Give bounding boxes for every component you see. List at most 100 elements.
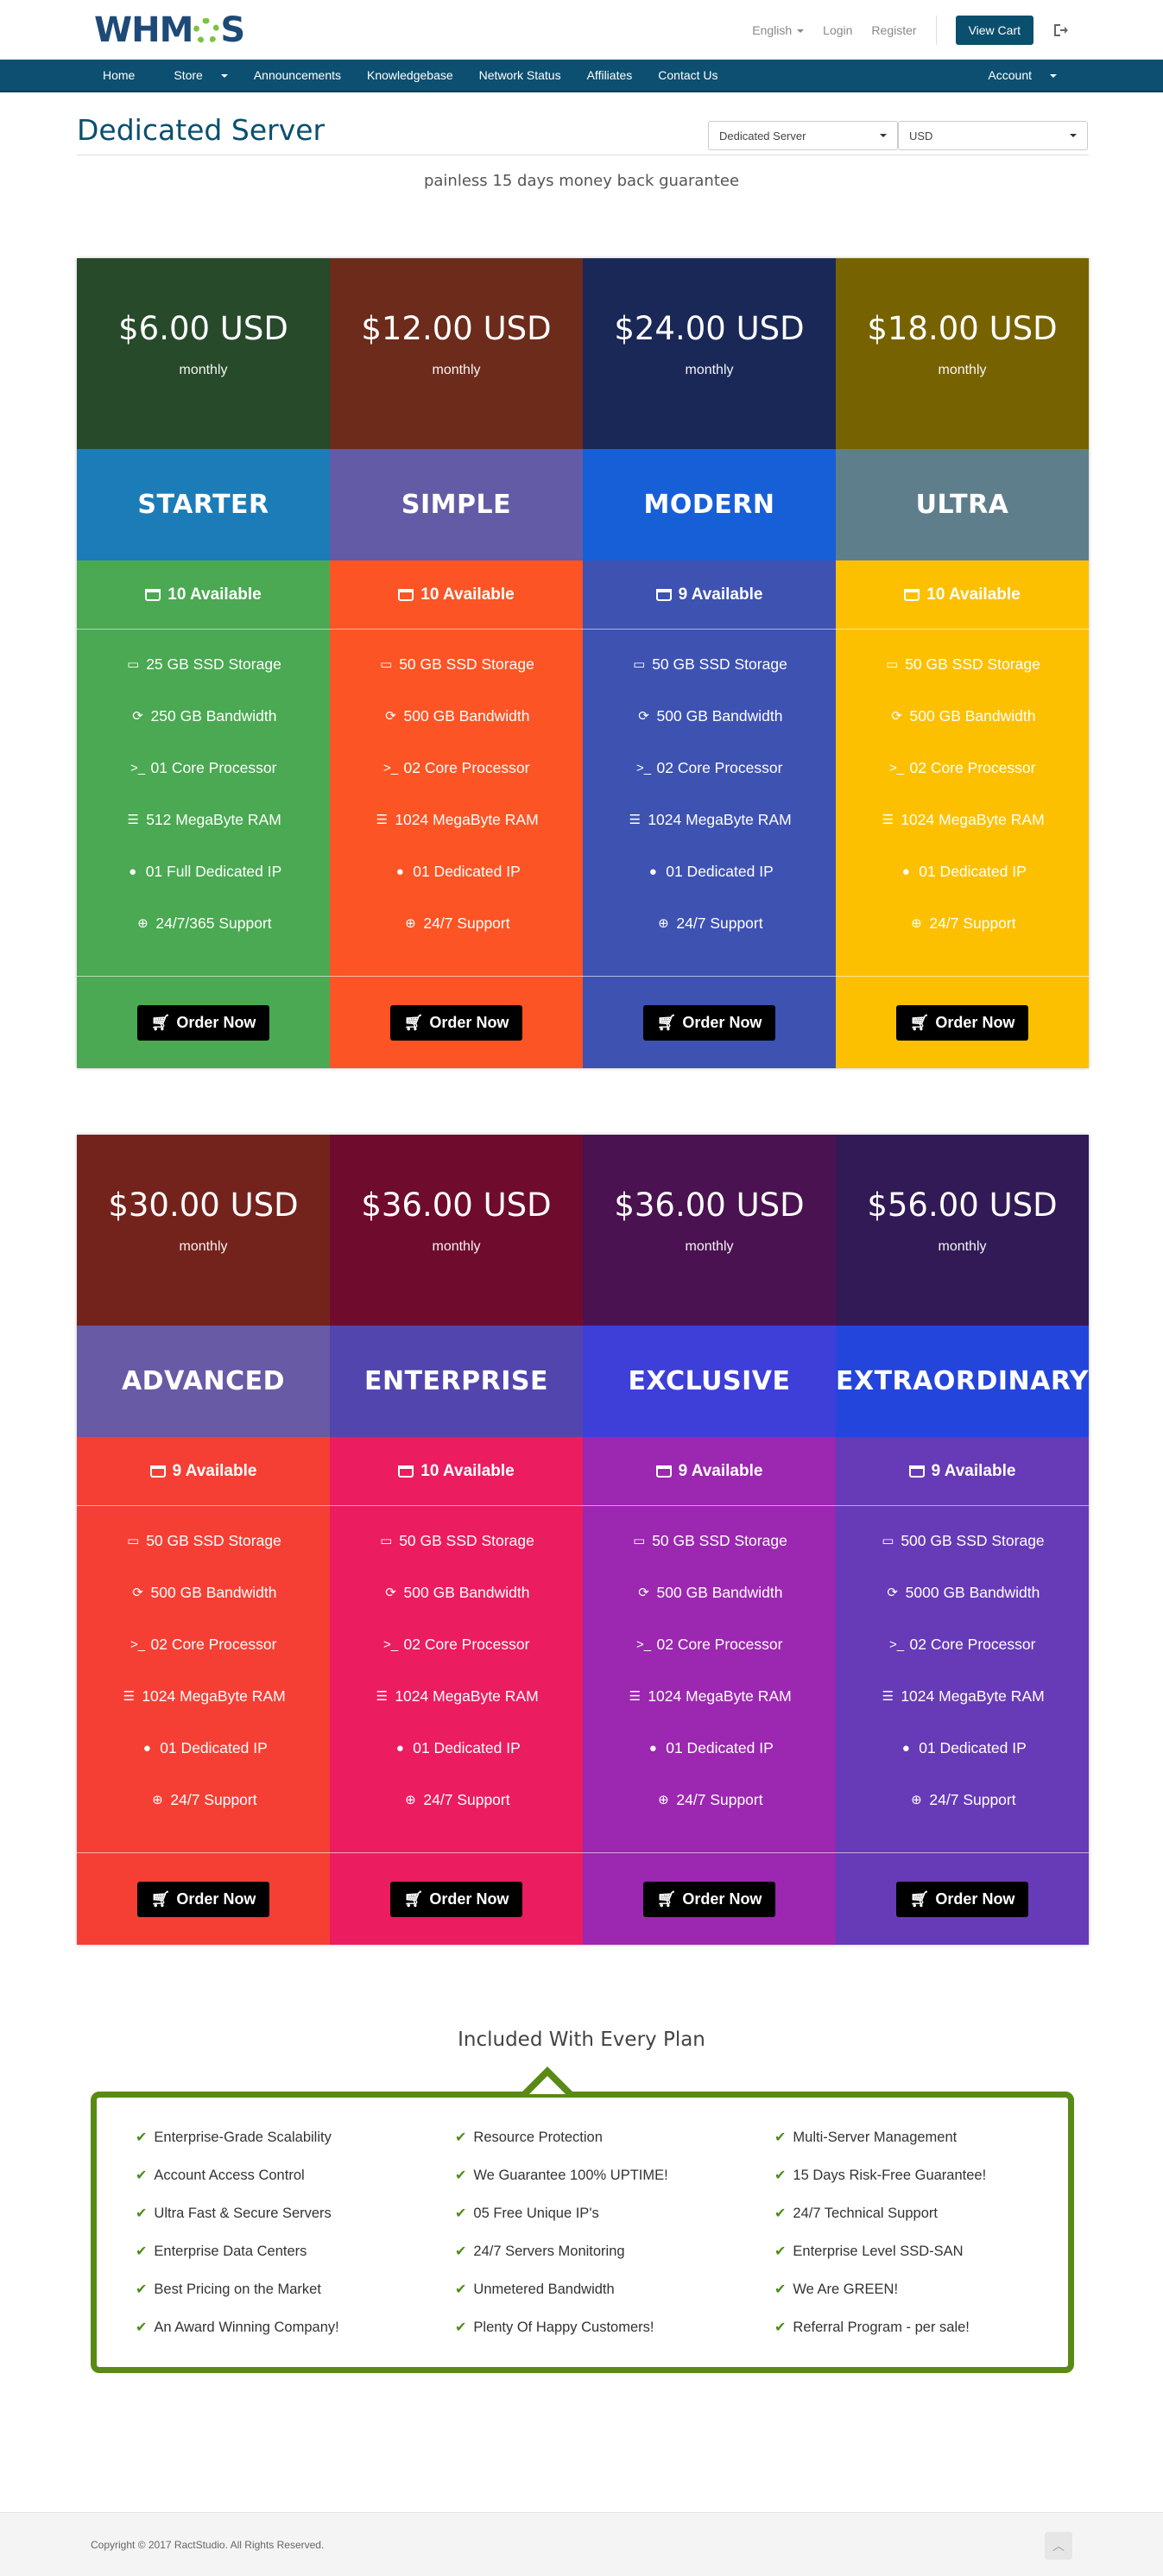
order-now-button[interactable]: 🛒︎ Order Now (642, 1881, 776, 1917)
availability-text: 10 Available (926, 585, 1021, 604)
hdd-icon: ▭ (886, 657, 899, 672)
divider (935, 16, 937, 45)
check-icon: ✔ (774, 2130, 787, 2145)
feature-item: ⊕ 24/7 Support (583, 897, 836, 949)
login-link[interactable]: Login (823, 23, 852, 37)
order-now-label: Order Now (935, 1889, 1015, 1908)
availability: 9 Available (836, 1437, 1089, 1506)
feature-item: ⟳ 500 GB Bandwidth (77, 1566, 330, 1618)
chevron-up-icon: ︿ (1052, 2539, 1065, 2553)
order-now-button[interactable]: 🛒︎ Order Now (895, 1881, 1029, 1917)
feature-text: 02 Core Processor (150, 1635, 277, 1653)
terminal-icon: >_ (382, 1636, 399, 1652)
included-item-text: We Are GREEN! (793, 2281, 899, 2297)
support-icon: ⊕ (658, 916, 669, 931)
globe-icon: ● (901, 864, 910, 879)
nav-store[interactable]: Store (148, 68, 240, 82)
back-to-top-button[interactable]: ︿ (1045, 2532, 1072, 2560)
availability-text: 10 Available (420, 585, 515, 604)
memory-icon: ☰ (882, 813, 894, 827)
feature-text: 01 Core Processor (150, 758, 277, 776)
plan-body: 9 Available ▭ 50 GB SSD Storage ⟳ 500 GB… (583, 560, 836, 1068)
feature-item: >_ 02 Core Processor (330, 1618, 583, 1670)
included-item: ✔ We Are GREEN! (774, 2280, 1085, 2299)
order-now-button[interactable]: 🛒︎ Order Now (136, 1881, 270, 1917)
feature-item: ⊕ 24/7 Support (77, 1774, 330, 1826)
feature-text: 01 Full Dedicated IP (145, 862, 282, 880)
order-now-button[interactable]: 🛒︎ Order Now (895, 1004, 1029, 1041)
availability: 9 Available (583, 1437, 836, 1506)
feature-text: 50 GB SSD Storage (905, 655, 1040, 673)
feature-text: 50 GB SSD Storage (399, 655, 534, 673)
included-item-text: An Award Winning Company! (154, 2319, 339, 2335)
nav-announcements[interactable]: Announcements (241, 68, 354, 82)
feature-item: >_ 01 Core Processor (77, 742, 330, 794)
order-now-label: Order Now (429, 1013, 509, 1031)
included-item: ✔ Resource Protection (455, 2128, 774, 2147)
check-icon: ✔ (774, 2282, 787, 2297)
view-cart-button[interactable]: View Cart (955, 16, 1033, 45)
feature-item: ▭ 50 GB SSD Storage (330, 1515, 583, 1566)
nav-store-label: Store (174, 68, 203, 82)
language-selector[interactable]: English (752, 23, 805, 37)
feature-item: ▭ 500 GB SSD Storage (836, 1515, 1089, 1566)
order-area: 🛒︎ Order Now (330, 977, 583, 1068)
plan-price: $18.00 USD (867, 310, 1058, 347)
feature-list: ▭ 50 GB SSD Storage ⟳ 500 GB Bandwidth >… (583, 630, 836, 977)
order-now-label: Order Now (682, 1013, 762, 1031)
included-item: ✔ Enterprise Data Centers (136, 2242, 455, 2261)
included-item: ✔ Best Pricing on the Market (136, 2280, 455, 2299)
category-select-value: Dedicated Server (719, 129, 806, 142)
plan-card-simple: $12.00 USD monthly SIMPLE 10 Available ▭… (330, 258, 583, 1068)
cart-icon: 🛒︎ (403, 1013, 424, 1031)
check-icon: ✔ (455, 2282, 467, 2297)
pricing-row-2: $30.00 USD monthly ADVANCED 9 Available … (77, 1135, 1089, 1945)
order-now-button[interactable]: 🛒︎ Order Now (642, 1004, 776, 1041)
check-icon: ✔ (455, 2130, 467, 2145)
terminal-icon: >_ (888, 760, 905, 775)
order-now-button[interactable]: 🛒︎ Order Now (136, 1004, 270, 1041)
order-now-button[interactable]: 🛒︎ Order Now (389, 1881, 523, 1917)
nav-account[interactable]: Account (962, 68, 1070, 82)
nav-contact-us[interactable]: Contact Us (645, 68, 730, 82)
plan-price: $30.00 USD (108, 1187, 299, 1224)
currency-select-value: USD (909, 129, 933, 142)
feature-text: 1024 MegaByte RAM (395, 810, 539, 828)
included-item: ✔ 24/7 Technical Support (774, 2204, 1085, 2223)
included-item: ✔ Account Access Control (136, 2166, 455, 2185)
included-item-text: Ultra Fast & Secure Servers (154, 2205, 332, 2221)
included-item-text: Plenty Of Happy Customers! (473, 2319, 654, 2335)
included-list: ✔ Enterprise-Grade Scalability ✔ Resource P… (136, 2128, 1085, 2337)
feature-item: ⊕ 24/7/365 Support (77, 897, 330, 949)
plan-body: 10 Available ▭ 50 GB SSD Storage ⟳ 500 G… (330, 560, 583, 1068)
basket-icon (655, 588, 672, 601)
feature-text: 500 GB SSD Storage (901, 1531, 1045, 1549)
category-select[interactable]: Dedicated Server (708, 121, 898, 150)
top-header: WHM S English Login Register View Cart (0, 0, 1163, 60)
order-now-button[interactable]: 🛒︎ Order Now (389, 1004, 523, 1041)
nav-home[interactable]: Home (90, 68, 148, 82)
hdd-icon: ▭ (380, 657, 393, 672)
register-link[interactable]: Register (871, 23, 916, 37)
feature-item: >_ 02 Core Processor (77, 1618, 330, 1670)
currency-select[interactable]: USD (898, 121, 1088, 150)
cart-icon: 🛒︎ (150, 1889, 171, 1908)
plan-body: 10 Available ▭ 50 GB SSD Storage ⟳ 500 G… (330, 1437, 583, 1945)
support-icon: ⊕ (405, 916, 416, 931)
nav-affiliates[interactable]: Affiliates (574, 68, 646, 82)
check-icon: ✔ (774, 2206, 787, 2221)
copyright-text: Copyright © 2017 RactStudio. All Rights … (91, 2539, 325, 2551)
memory-icon: ☰ (629, 1689, 642, 1704)
feature-item: ⟳ 500 GB Bandwidth (583, 1566, 836, 1618)
feature-item: ▭ 50 GB SSD Storage (836, 638, 1089, 690)
nav-knowledgebase[interactable]: Knowledgebase (354, 68, 466, 82)
memory-icon: ☰ (629, 813, 642, 827)
whmcs-logo[interactable]: WHM S (94, 10, 245, 50)
chevron-down-icon (1050, 74, 1057, 79)
check-icon: ✔ (774, 2168, 787, 2183)
cart-icon: 🛒︎ (656, 1013, 677, 1031)
nav-network-status[interactable]: Network Status (466, 68, 574, 82)
logout-icon[interactable] (1052, 22, 1068, 38)
feature-item: ☰ 1024 MegaByte RAM (836, 1670, 1089, 1722)
basket-icon (398, 588, 414, 601)
